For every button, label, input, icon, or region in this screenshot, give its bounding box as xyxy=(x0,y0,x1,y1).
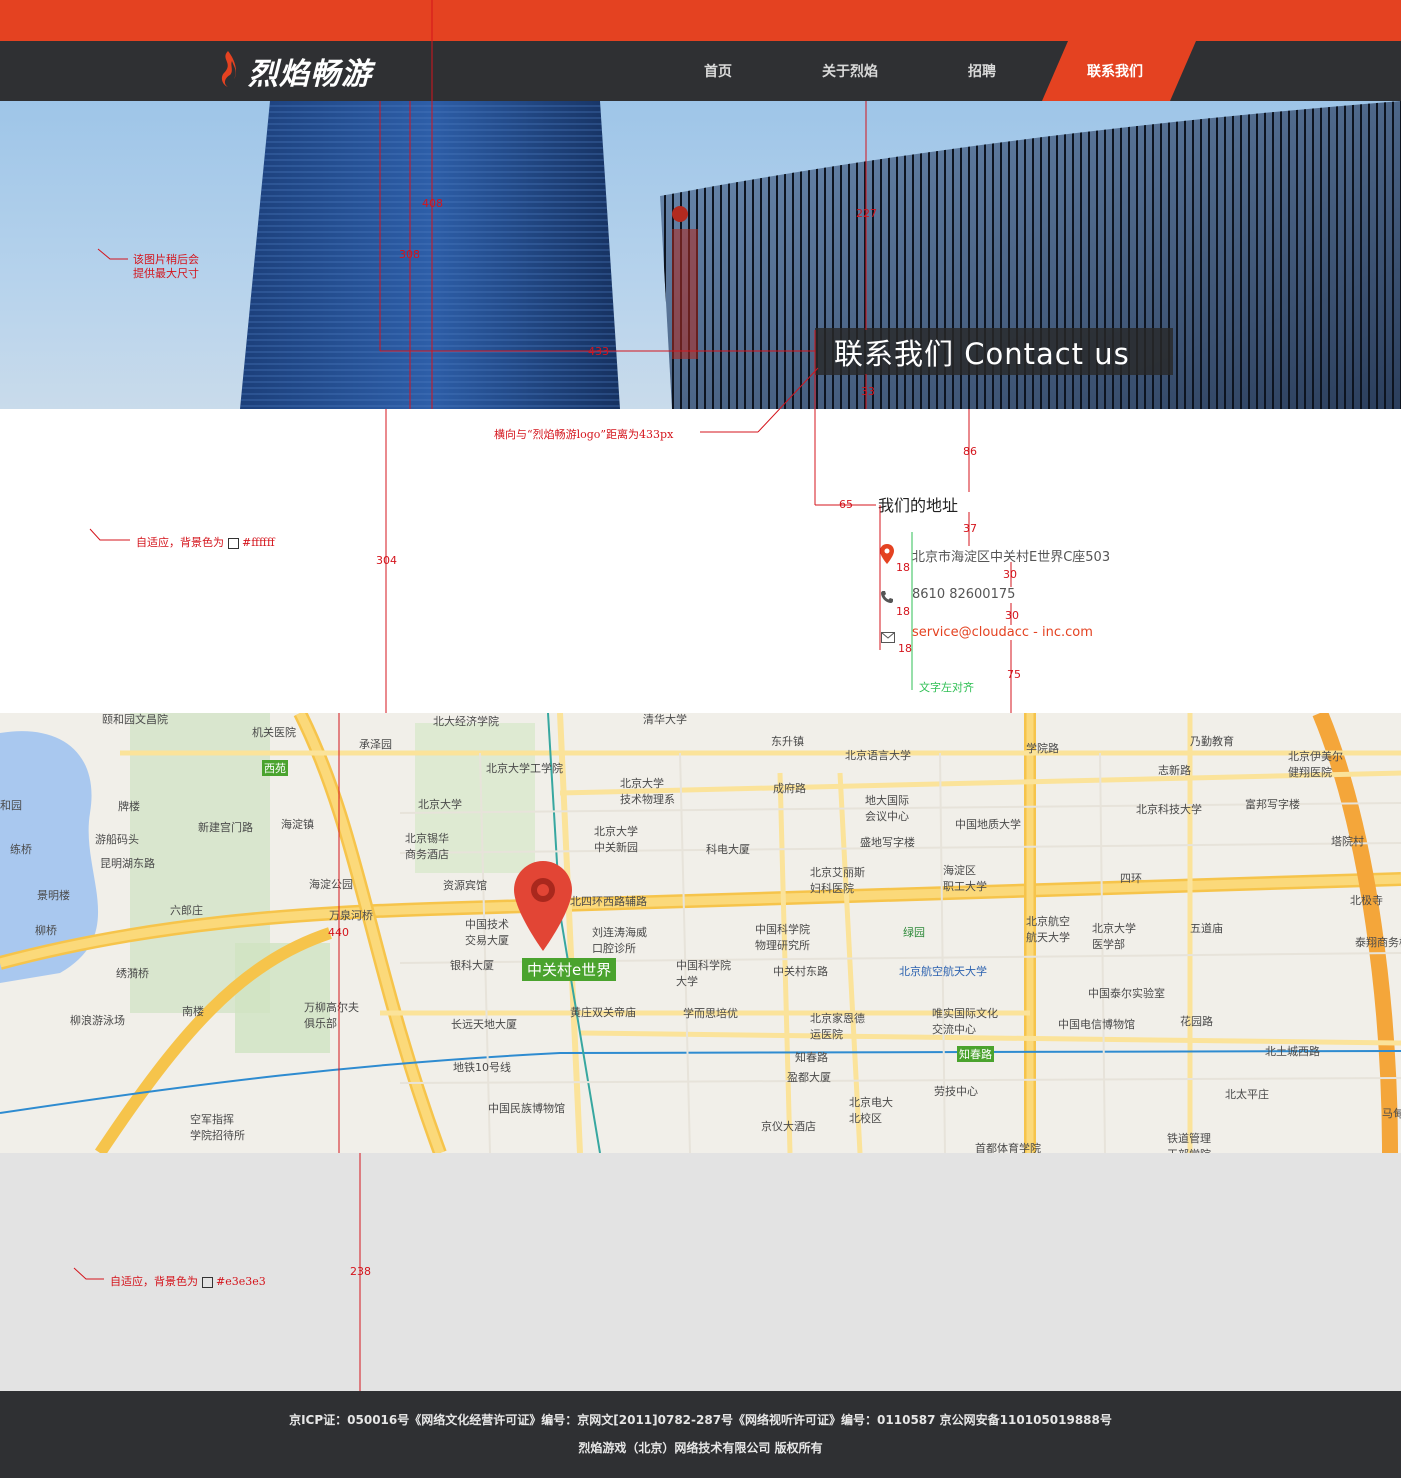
measure-label: 65 xyxy=(839,498,853,511)
annotation-left-align: 文字左对齐 xyxy=(919,681,974,694)
measure-label: 304 xyxy=(376,554,397,567)
measure-label: 227 xyxy=(856,207,877,220)
measure-label: 30 xyxy=(1003,568,1017,581)
annotation-grey-bg: 自适应，背景色为 #e3e3e3 xyxy=(110,1275,266,1288)
measure-label: 18 xyxy=(898,642,912,655)
annotation-hero-note: 该图片稍后会 提供最大尺寸 xyxy=(133,253,199,280)
measure-label: 33 xyxy=(861,385,875,398)
measure-label: 18 xyxy=(896,605,910,618)
measure-label: 30 xyxy=(1005,609,1019,622)
color-swatch-grey xyxy=(201,1276,213,1288)
measure-label: 433 xyxy=(588,345,609,358)
measure-label: 308 xyxy=(399,248,420,261)
measure-label: 408 xyxy=(422,197,443,210)
measure-label: 440 xyxy=(328,926,349,939)
color-swatch-white xyxy=(227,537,239,549)
measure-label: 86 xyxy=(963,445,977,458)
annotation-logo-distance: 横向与“烈焰畅游logo”距离为433px xyxy=(494,428,674,441)
measure-label: 75 xyxy=(1007,668,1021,681)
annotation-lines xyxy=(73,0,1012,1391)
measure-label: 238 xyxy=(350,1265,371,1278)
measure-label: 37 xyxy=(963,522,977,535)
measure-label: 18 xyxy=(896,561,910,574)
annotation-white-bg: 自适应，背景色为 #ffffff xyxy=(136,536,275,549)
